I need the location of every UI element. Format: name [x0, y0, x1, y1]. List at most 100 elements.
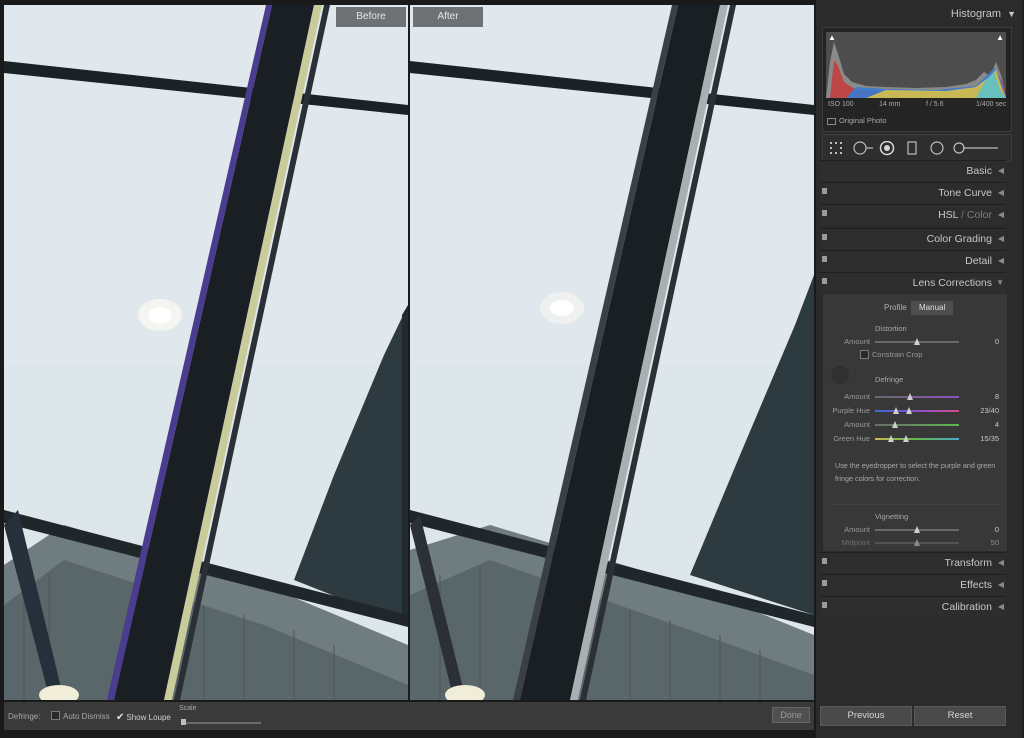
- crop-grid-icon[interactable]: [829, 141, 845, 155]
- green-amount-value[interactable]: 4: [995, 420, 999, 429]
- previous-button[interactable]: Previous: [820, 706, 912, 726]
- spot-removal-icon[interactable]: [853, 141, 875, 155]
- tab-manual[interactable]: Manual: [911, 301, 954, 315]
- midpoint-thumb[interactable]: [914, 539, 920, 546]
- toggle-switch-icon[interactable]: [822, 278, 827, 284]
- distortion-amount-thumb[interactable]: [914, 338, 920, 345]
- green-amount-thumb[interactable]: [892, 421, 898, 428]
- section-detail[interactable]: Detail ◀: [820, 250, 1006, 271]
- toggle-switch-icon[interactable]: [822, 558, 827, 564]
- purple-hue-slider[interactable]: Purple Hue 23/40: [823, 405, 1007, 417]
- clipping-highlights-icon[interactable]: ▲: [996, 33, 1004, 42]
- lens-corrections-panel: Profile Manual Distortion Amount 0 Const…: [822, 293, 1008, 552]
- purple-hue-label: Purple Hue: [832, 406, 870, 415]
- purple-amount-track[interactable]: [875, 393, 959, 400]
- purple-amount-slider[interactable]: Amount 8: [823, 391, 1007, 403]
- distortion-amount-track[interactable]: [875, 338, 959, 345]
- eyedropper-icon[interactable]: [831, 366, 849, 384]
- green-hue-track[interactable]: [875, 435, 959, 442]
- scale-slider[interactable]: [181, 719, 261, 725]
- green-hue-label: Green Hue: [833, 434, 870, 443]
- vignetting-amount-value[interactable]: 0: [995, 525, 999, 534]
- toggle-switch-icon[interactable]: [822, 580, 827, 586]
- histogram-title: Histogram: [950, 8, 1002, 20]
- purple-hue-value[interactable]: 23/40: [980, 406, 999, 415]
- purple-hue-thumb-right[interactable]: [906, 407, 912, 414]
- red-eye-icon[interactable]: [879, 141, 895, 157]
- purple-amount-thumb[interactable]: [907, 393, 913, 400]
- done-button[interactable]: Done: [772, 707, 810, 723]
- section-hsl-color[interactable]: HSL / Color ◀: [820, 204, 1006, 225]
- adjustment-brush-icon[interactable]: [953, 141, 999, 155]
- show-loupe-checkbox[interactable]: ✔ Show Loupe: [116, 712, 171, 723]
- triangle-left-icon: ◀: [997, 234, 1004, 243]
- green-hue-slider[interactable]: Green Hue 15/35: [823, 433, 1007, 445]
- before-photo[interactable]: [4, 5, 408, 700]
- section-calibration-label: Calibration: [941, 601, 992, 613]
- section-transform-label: Transform: [944, 557, 992, 569]
- before-label: Before: [336, 7, 406, 27]
- checkmark-icon[interactable]: ✔: [116, 712, 124, 723]
- midpoint-track[interactable]: [875, 539, 959, 546]
- green-amount-track[interactable]: [875, 421, 959, 428]
- triangle-left-icon: ◀: [997, 166, 1004, 175]
- defringe-label: Defringe:: [8, 712, 41, 721]
- section-tone-curve[interactable]: Tone Curve ◀: [820, 182, 1006, 203]
- toggle-switch-icon[interactable]: [822, 602, 827, 608]
- toggle-switch-icon[interactable]: [822, 210, 827, 216]
- section-transform[interactable]: Transform ◀: [820, 552, 1006, 573]
- clipping-shadows-icon[interactable]: ▲: [828, 33, 836, 42]
- purple-amount-value[interactable]: 8: [995, 392, 999, 401]
- distortion-amount-value[interactable]: 0: [995, 337, 999, 346]
- purple-hue-thumb-left[interactable]: [893, 407, 899, 414]
- section-basic-label: Basic: [966, 165, 992, 177]
- compare-divider[interactable]: [408, 5, 410, 700]
- tab-profile[interactable]: Profile: [876, 301, 915, 315]
- green-amount-slider[interactable]: Amount 4: [823, 419, 1007, 431]
- vignetting-amount-thumb[interactable]: [914, 526, 920, 533]
- vignetting-title: Vignetting: [875, 512, 909, 521]
- radial-filter-icon[interactable]: [929, 141, 945, 155]
- section-detail-label: Detail: [965, 255, 992, 267]
- section-color-grading[interactable]: Color Grading ◀: [820, 228, 1006, 249]
- toggle-switch-icon[interactable]: [822, 256, 827, 262]
- vignetting-amount-track[interactable]: [875, 526, 959, 533]
- distortion-amount-slider[interactable]: Amount 0: [823, 336, 1007, 348]
- reset-button[interactable]: Reset: [914, 706, 1006, 726]
- section-calibration[interactable]: Calibration ◀: [820, 596, 1006, 617]
- triangle-left-icon: ◀: [997, 256, 1004, 265]
- section-lens-corrections[interactable]: Lens Corrections ▼: [820, 272, 1006, 293]
- toggle-switch-icon[interactable]: [822, 188, 827, 194]
- green-hue-value[interactable]: 15/35: [980, 434, 999, 443]
- toggle-switch-icon[interactable]: [822, 234, 827, 240]
- section-effects[interactable]: Effects ◀: [820, 574, 1006, 595]
- purple-hue-track[interactable]: [875, 407, 959, 414]
- constrain-crop-box[interactable]: [860, 349, 869, 359]
- after-label: After: [413, 7, 483, 27]
- midpoint-value[interactable]: 50: [991, 538, 999, 547]
- section-hsl-color-label: HSL / Color: [938, 209, 992, 221]
- histogram-header[interactable]: Histogram ▼: [816, 8, 1016, 24]
- auto-dismiss-box[interactable]: [51, 711, 60, 721]
- histogram[interactable]: ▲ ▲ ISO 100 14 mm f / 5.6 1/400 sec Orig…: [822, 27, 1012, 132]
- color-tab[interactable]: Color: [967, 209, 992, 221]
- triangle-left-icon: ◀: [997, 210, 1004, 219]
- after-photo[interactable]: [410, 5, 814, 700]
- constrain-crop-checkbox[interactable]: Constrain Crop: [860, 349, 922, 360]
- defringe-title: Defringe: [875, 375, 904, 384]
- scale-label: Scale: [179, 705, 197, 712]
- triangle-left-icon: ◀: [997, 188, 1004, 197]
- photo-frame-icon: [827, 117, 836, 125]
- green-hue-thumb-right[interactable]: [903, 435, 909, 442]
- green-hue-thumb-left[interactable]: [888, 435, 894, 442]
- midpoint-slider[interactable]: Midpoint 50: [823, 537, 1007, 549]
- triangle-down-icon: ▼: [1007, 9, 1016, 19]
- histogram-graph[interactable]: ▲ ▲: [826, 32, 1006, 98]
- section-color-grading-label: Color Grading: [926, 233, 992, 245]
- auto-dismiss-checkbox[interactable]: Auto Dismiss: [51, 711, 110, 721]
- scale-slider-thumb[interactable]: [181, 719, 186, 725]
- section-basic[interactable]: Basic ◀: [820, 160, 1006, 181]
- graduated-filter-icon[interactable]: [907, 141, 917, 155]
- vignetting-amount-slider[interactable]: Amount 0: [823, 524, 1007, 536]
- hsl-tab[interactable]: HSL: [938, 209, 958, 221]
